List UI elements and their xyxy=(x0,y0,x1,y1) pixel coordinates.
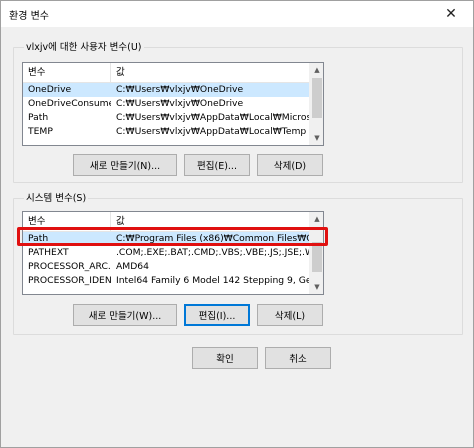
close-icon[interactable]: ✕ xyxy=(429,1,473,27)
scroll-down-icon[interactable]: ▼ xyxy=(310,280,323,294)
dialog-title: 환경 변수 xyxy=(9,11,49,22)
variable-value: C:₩Users₩vlxjv₩AppData₩Local₩Temp xyxy=(116,126,307,137)
system-new-button[interactable]: 새로 만들기(W)... xyxy=(73,304,177,326)
variable-value: C:₩Users₩vlxjv₩OneDrive xyxy=(116,84,244,95)
scroll-up-icon[interactable]: ▲ xyxy=(310,63,323,77)
list-header: 변수 값 xyxy=(23,63,309,83)
title-bar: 환경 변수 ✕ xyxy=(1,1,473,27)
user-new-button[interactable]: 새로 만들기(N)... xyxy=(73,154,177,176)
cancel-button[interactable]: 취소 xyxy=(265,347,331,369)
list-item[interactable]: OneDrive C:₩Users₩vlxjv₩OneDrive xyxy=(23,83,309,97)
user-edit-button[interactable]: 편집(E)... xyxy=(184,154,250,176)
variable-name: OneDrive xyxy=(28,84,72,95)
scroll-up-icon[interactable]: ▲ xyxy=(310,212,323,226)
list-item[interactable]: PROCESSOR_ARC... AMD64 xyxy=(23,260,309,274)
scroll-down-icon[interactable]: ▼ xyxy=(310,131,323,145)
variable-value: Intel64 Family 6 Model 142 Stepping 9, G… xyxy=(116,275,311,286)
column-header-value[interactable]: 값 xyxy=(111,63,311,83)
variable-name: TEMP xyxy=(28,126,53,137)
variable-name: PROCESSOR_IDEN... xyxy=(28,275,111,286)
system-edit-button[interactable]: 편집(I)... xyxy=(184,304,250,326)
vertical-scrollbar[interactable]: ▲ ▼ xyxy=(309,212,323,294)
user-variables-label: vlxjv에 대한 사용자 변수(U) xyxy=(24,41,144,54)
variable-name: PROCESSOR_ARC... xyxy=(28,261,111,272)
scroll-thumb[interactable] xyxy=(312,78,322,118)
system-variables-label: 시스템 변수(S) xyxy=(24,192,89,205)
variable-name: OneDriveConsumer xyxy=(28,98,111,109)
variable-name: PATHEXT xyxy=(28,247,69,258)
environment-variables-dialog: 환경 변수 ✕ vlxjv에 대한 사용자 변수(U) 변수 값 OneDriv… xyxy=(0,0,474,448)
vertical-scrollbar[interactable]: ▲ ▼ xyxy=(309,63,323,145)
user-variables-list[interactable]: 변수 값 OneDrive C:₩Users₩vlxjv₩OneDrive On… xyxy=(22,62,324,146)
variable-name: Path xyxy=(28,112,49,123)
user-delete-button[interactable]: 삭제(D) xyxy=(257,154,323,176)
list-item[interactable]: Path C:₩Users₩vlxjv₩AppData₩Local₩Micros… xyxy=(23,111,311,125)
column-header-name[interactable]: 변수 xyxy=(23,63,111,83)
variable-value: C:₩Users₩vlxjv₩AppData₩Local₩Microsoft..… xyxy=(116,112,311,123)
scroll-thumb[interactable] xyxy=(312,242,322,272)
system-delete-button[interactable]: 삭제(L) xyxy=(257,304,323,326)
ok-button[interactable]: 확인 xyxy=(192,347,258,369)
list-item[interactable]: TEMP C:₩Users₩vlxjv₩AppData₩Local₩Temp xyxy=(23,125,309,139)
list-item[interactable]: PATHEXT .COM;.EXE;.BAT;.CMD;.VBS;.VBE;.J… xyxy=(23,246,311,260)
list-item[interactable]: PROCESSOR_IDEN... Intel64 Family 6 Model… xyxy=(23,274,311,288)
system-variables-group: 시스템 변수(S) 변수 값 Path C:₩Program Files (x8… xyxy=(13,192,463,335)
system-variables-list[interactable]: 변수 값 Path C:₩Program Files (x86)₩Common … xyxy=(22,211,324,295)
list-item[interactable]: OneDriveConsumer C:₩Users₩vlxjv₩OneDrive xyxy=(23,97,309,111)
variable-value: AMD64 xyxy=(116,261,149,272)
annotation-highlight-box xyxy=(17,227,328,246)
variable-value: C:₩Users₩vlxjv₩OneDrive xyxy=(116,98,244,109)
variable-value: .COM;.EXE;.BAT;.CMD;.VBS;.VBE;.JS;.JSE;.… xyxy=(116,247,311,258)
user-variables-group: vlxjv에 대한 사용자 변수(U) 변수 값 OneDrive C:₩Use… xyxy=(13,41,463,183)
